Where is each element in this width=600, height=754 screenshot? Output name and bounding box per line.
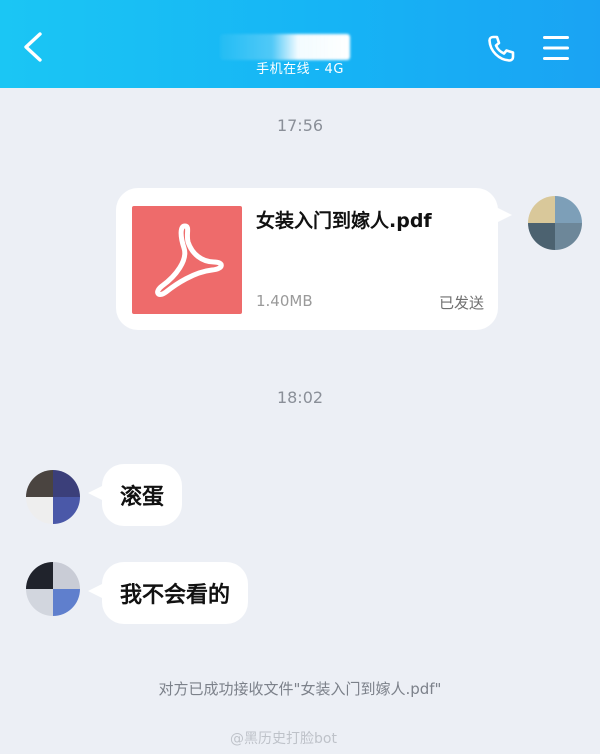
file-name: 女装入门到嫁人.pdf — [256, 210, 432, 232]
avatar-pixel — [555, 223, 582, 250]
contact-title[interactable]: 手机在线 - 4G — [200, 28, 400, 80]
file-size: 1.40MB — [256, 292, 313, 310]
avatar-pixel — [26, 470, 53, 497]
file-message-bubble[interactable]: 女装入门到嫁人.pdf 1.40MB 已发送 — [116, 188, 512, 330]
avatar-self[interactable] — [528, 196, 582, 250]
avatar-pixel — [26, 562, 53, 589]
avatar-pixel — [26, 497, 53, 524]
menu-icon[interactable] — [541, 34, 571, 62]
chat-header: 手机在线 - 4G — [0, 0, 600, 88]
file-status: 已发送 — [438, 294, 484, 312]
message-text: 滚蛋 — [120, 485, 165, 510]
avatar-pixel — [53, 497, 80, 524]
message-text: 我不会看的 — [120, 583, 231, 608]
avatar-pixel — [53, 470, 80, 497]
message-bubble[interactable]: 滚蛋 — [87, 464, 183, 526]
avatar-pixel — [555, 196, 582, 223]
avatar-pixel — [53, 589, 80, 616]
contact-name-blurred — [220, 34, 350, 60]
pdf-icon — [132, 206, 242, 314]
avatar-contact[interactable] — [26, 470, 80, 524]
avatar-pixel — [26, 589, 53, 616]
avatar-pixel — [528, 223, 555, 250]
timestamp: 18:02 — [276, 388, 324, 407]
phone-icon[interactable] — [486, 34, 516, 64]
online-status: 手机在线 - 4G — [256, 62, 344, 77]
message-bubble[interactable]: 我不会看的 — [87, 562, 249, 624]
avatar-contact[interactable] — [26, 562, 80, 616]
watermark: @黑历史打脸bot — [230, 731, 337, 747]
chevron-left-icon[interactable] — [18, 30, 50, 64]
timestamp: 17:56 — [276, 116, 324, 135]
avatar-pixel — [528, 196, 555, 223]
system-notification: 对方已成功接收文件"女装入门到嫁人.pdf" — [158, 680, 442, 698]
avatar-pixel — [53, 562, 80, 589]
